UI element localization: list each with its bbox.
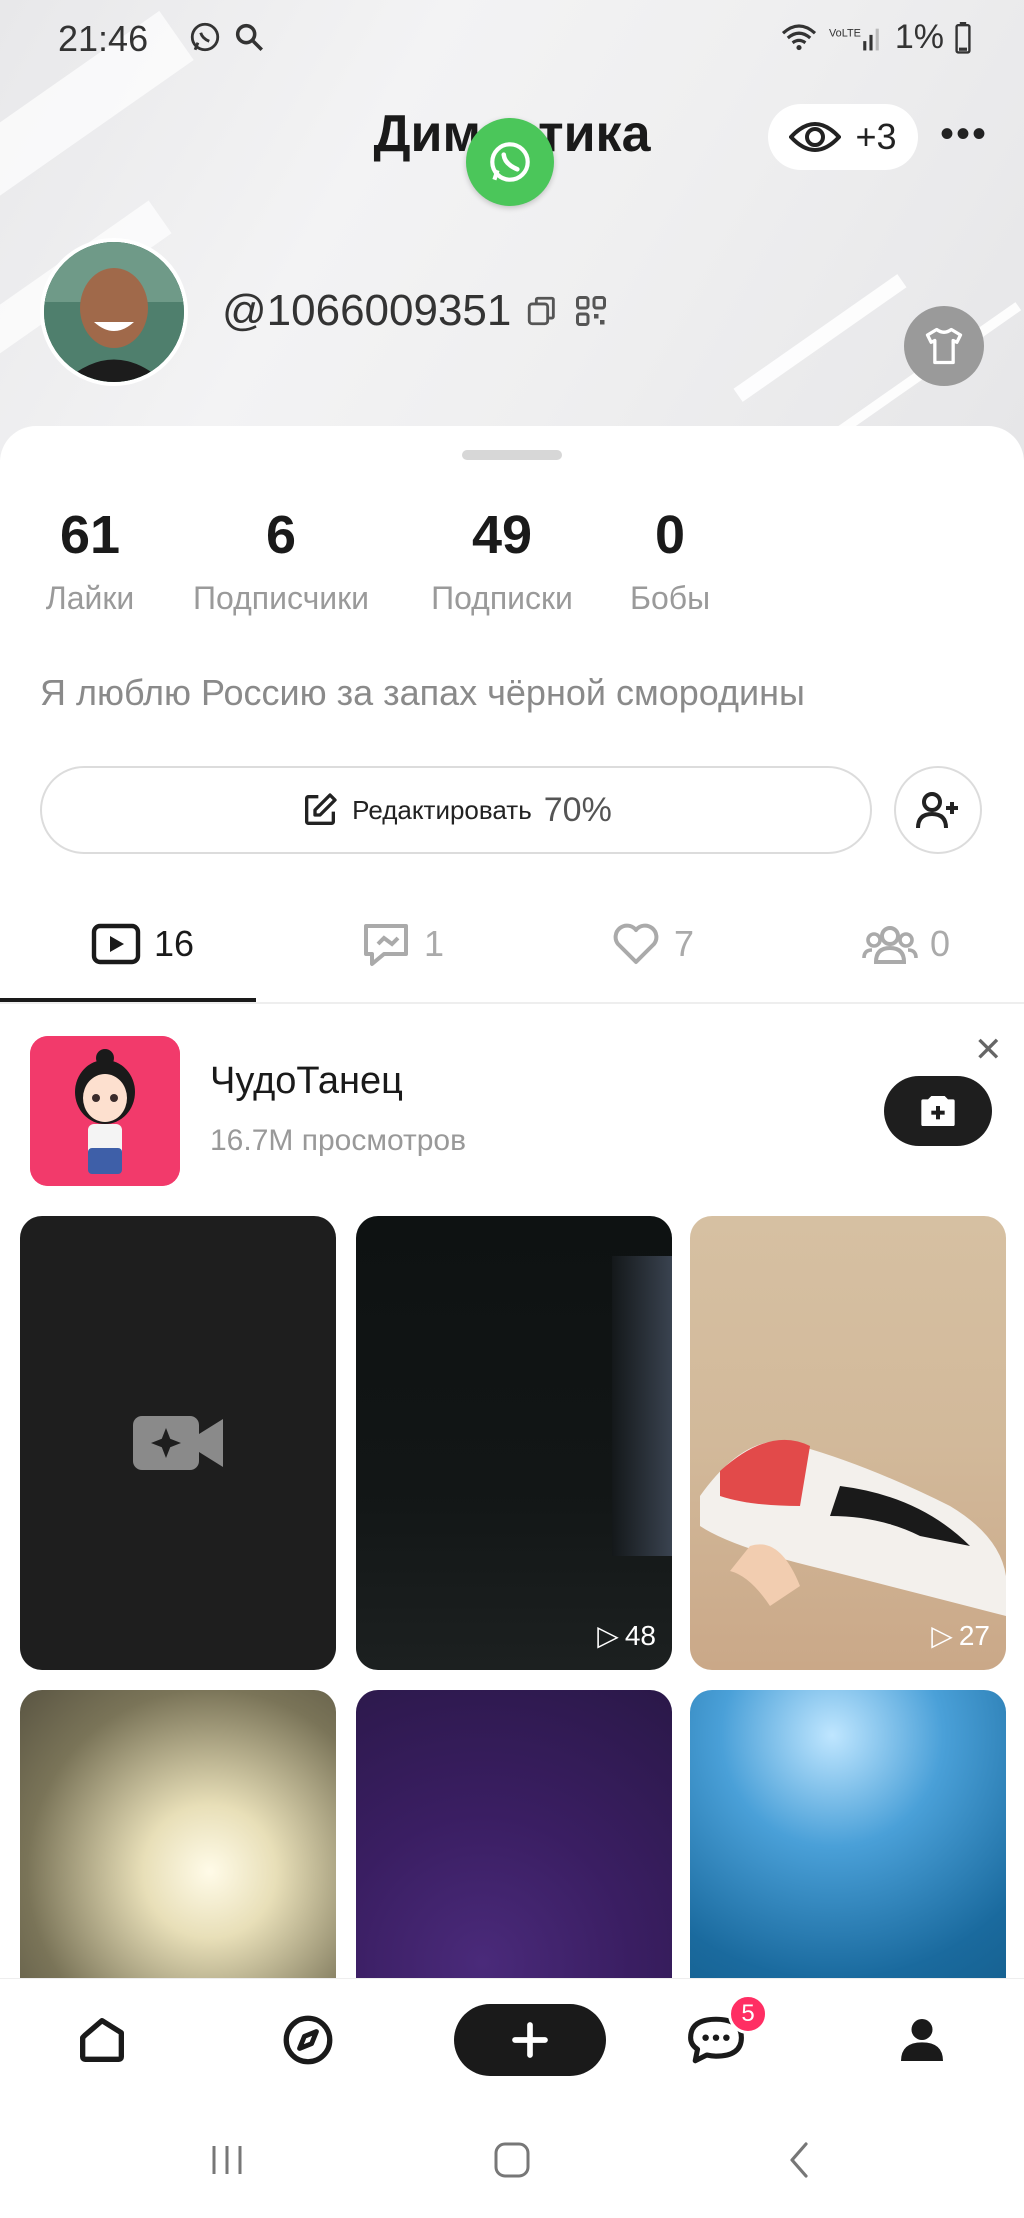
whatsapp-notification-icon [190, 22, 220, 52]
create-post-button[interactable] [454, 2004, 606, 2076]
add-friend-button[interactable] [894, 766, 982, 854]
home-icon [80, 2018, 124, 2062]
home-system-icon[interactable] [490, 2138, 534, 2182]
tab-reposts-count: 1 [424, 923, 445, 964]
tab-groups[interactable]: 0 [862, 914, 950, 974]
avatar[interactable] [40, 238, 188, 386]
plus-icon [512, 2022, 548, 2058]
outfit-button[interactable] [904, 306, 984, 386]
status-time: 21:46 [58, 18, 149, 59]
stat-likes[interactable]: 61 Лайки [40, 504, 140, 617]
svg-text:VoLTE: VoLTE [829, 27, 861, 39]
tab-liked[interactable]: 7 [610, 914, 694, 974]
user-id: @1066009351 [222, 286, 512, 335]
stat-followers-label: Подписчики [192, 580, 370, 616]
heart-icon [613, 923, 659, 964]
group-icon [862, 926, 918, 964]
video-add-icon [921, 1096, 955, 1126]
back-icon[interactable] [780, 2138, 820, 2182]
status-notification-icons [188, 20, 266, 54]
video-views-value: 48 [624, 1619, 656, 1651]
compass-icon [283, 2015, 333, 2065]
video-view-count: ▷ 48 [597, 1619, 656, 1652]
promo-views: 16.7M просмотров [210, 1124, 467, 1157]
stat-likes-value: 61 [59, 505, 121, 565]
battery-text: 1% [894, 18, 944, 56]
video-thumbnail[interactable]: ▷ 27 [690, 1216, 1006, 1670]
promo-create-button[interactable] [884, 1076, 992, 1146]
wifi-icon [781, 23, 816, 50]
tab-groups-count: 0 [930, 923, 951, 964]
qr-code-icon[interactable] [573, 293, 609, 329]
tshirt-icon [925, 327, 963, 365]
visitors-button[interactable]: +3 [768, 104, 918, 170]
tab-liked-count: 7 [674, 923, 695, 964]
add-user-icon [916, 792, 958, 829]
more-options-icon[interactable]: ••• [940, 112, 988, 157]
copy-icon[interactable] [525, 294, 559, 328]
stat-following[interactable]: 49 Подписки [424, 504, 580, 617]
edit-icon [305, 793, 337, 825]
battery-icon [955, 21, 971, 54]
video-view-count: ▷ 27 [931, 1619, 990, 1652]
signal-icon: VoLTE [829, 27, 879, 50]
play-icon: ▷ [931, 1620, 953, 1651]
promo-app-icon[interactable] [30, 1036, 180, 1186]
stat-beans-label: Бобы [629, 580, 711, 616]
messages-badge: 5 [728, 1994, 768, 2034]
add-video-icon [133, 1416, 223, 1470]
video-icon [91, 923, 141, 965]
search-notification-icon [235, 23, 264, 52]
profile-completion: 70% [543, 790, 612, 829]
user-id-row: @1066009351 [222, 286, 609, 336]
stat-following-label: Подписки [431, 580, 573, 616]
header-background [0, 0, 1024, 460]
edit-profile-label: Редактировать [352, 794, 532, 825]
eye-icon [789, 122, 842, 152]
recent-apps-icon[interactable] [206, 2140, 248, 2180]
edit-profile-button[interactable]: Редактировать 70% [40, 766, 872, 854]
drag-handle[interactable] [462, 450, 562, 460]
profile-icon [901, 2019, 943, 2061]
whatsapp-icon [490, 142, 530, 182]
tab-reposts[interactable]: 1 [360, 914, 444, 974]
nav-profile[interactable] [882, 2000, 962, 2080]
visitors-count: +3 [855, 116, 897, 157]
tab-videos-count: 16 [154, 923, 195, 964]
video-thumbnail[interactable]: ▷ 48 [356, 1216, 672, 1670]
whatsapp-share-button[interactable] [466, 118, 554, 206]
status-right: VoLTE 1% [779, 18, 972, 57]
close-icon[interactable]: ✕ [974, 1030, 1003, 1070]
video-thumbnail-new[interactable] [20, 1216, 336, 1670]
play-icon: ▷ [597, 1620, 619, 1651]
stat-followers-value: 6 [265, 505, 297, 565]
stat-following-value: 49 [471, 505, 533, 565]
nav-home[interactable] [62, 2000, 142, 2080]
stat-beans-value: 0 [654, 505, 686, 565]
stat-beans[interactable]: 0 Бобы [622, 504, 718, 617]
video-views-value: 27 [958, 1619, 990, 1651]
nav-discover[interactable] [268, 2000, 348, 2080]
stat-followers[interactable]: 6 Подписчики [186, 504, 376, 617]
promo-title: ЧудоТанец [210, 1060, 403, 1102]
tab-divider [0, 1002, 1024, 1004]
profile-bio: Я люблю Россию за запах чёрной смородины [40, 672, 805, 713]
tab-videos[interactable]: 16 [90, 914, 194, 974]
stat-likes-label: Лайки [45, 580, 135, 616]
repost-icon [364, 924, 408, 966]
